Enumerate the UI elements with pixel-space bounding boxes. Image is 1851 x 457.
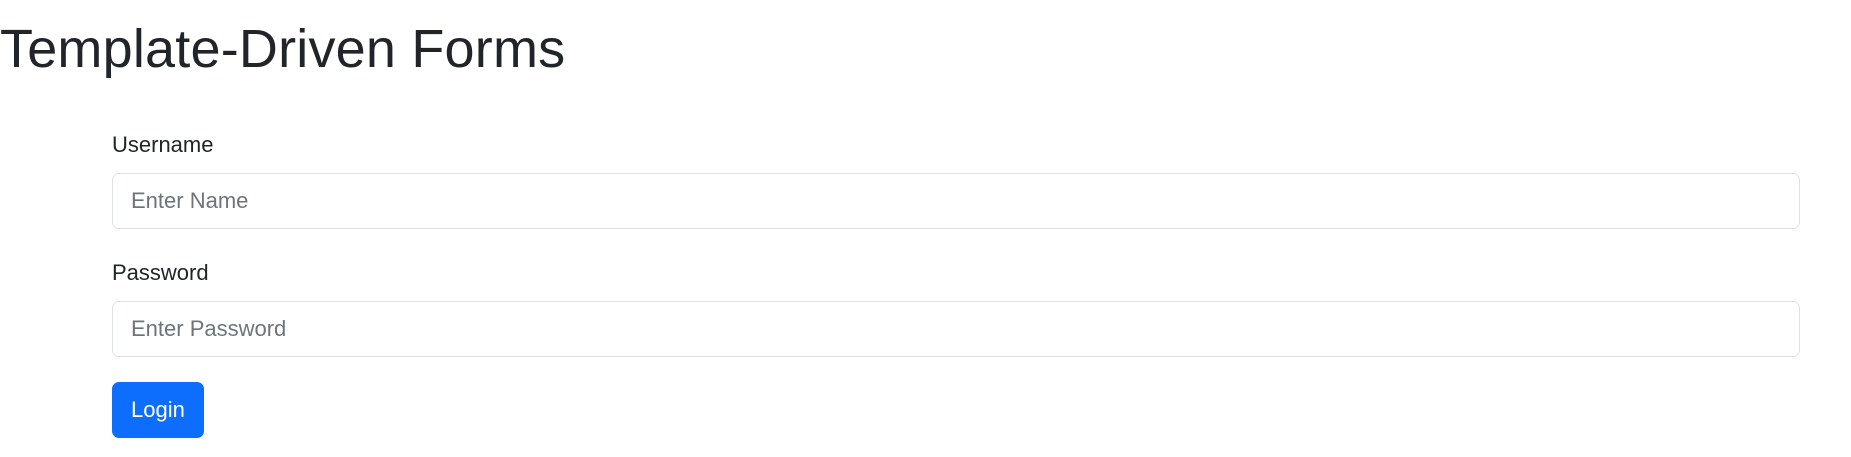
password-label: Password [112,260,209,285]
username-label: Username [112,132,214,157]
password-input[interactable] [112,301,1800,357]
password-group: Password [112,258,1800,357]
username-group: Username [112,130,1800,229]
login-button[interactable]: Login [112,382,204,438]
login-form: Username Password Login [112,130,1800,438]
page-title: Template-Driven Forms [0,19,566,79]
username-input[interactable] [112,173,1800,229]
